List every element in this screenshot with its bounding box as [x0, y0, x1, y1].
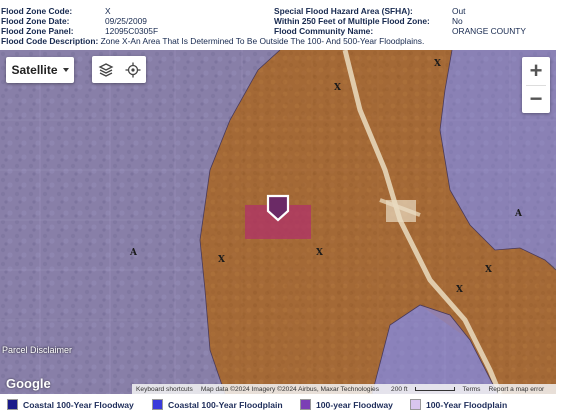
layers-icon: [98, 62, 113, 77]
zoom-in-button[interactable]: +: [522, 57, 550, 85]
layers-button[interactable]: [92, 56, 119, 83]
legend-swatch: [152, 399, 163, 410]
zone-label: X: [316, 248, 323, 258]
zone-label: A: [515, 209, 522, 219]
flood-zone-date-label: Flood Zone Date:: [1, 16, 70, 26]
community-value: ORANGE COUNTY: [452, 26, 526, 36]
zone-label: X: [456, 285, 463, 295]
community-label: Flood Community Name:: [274, 26, 374, 36]
legend-item: 100-year Floodway: [300, 399, 393, 410]
scale-label: 200 ft: [391, 385, 408, 393]
crosshair-icon: [125, 62, 140, 77]
zone-label: X: [334, 83, 341, 93]
terms-link[interactable]: Terms: [459, 386, 485, 393]
scale-bar: [414, 387, 455, 391]
legend-swatch: [410, 399, 421, 410]
map-tools: [92, 56, 146, 83]
within-250-value: No: [452, 16, 463, 26]
zoom-divider: [526, 85, 546, 86]
legend-label: 100-year Floodway: [316, 399, 393, 410]
legend-item: Coastal 100-Year Floodplain: [152, 399, 283, 410]
zoom-out-button[interactable]: −: [522, 85, 550, 113]
legend-item: Coastal 100-Year Floodway: [7, 399, 134, 410]
flood-code-description-value: Zone X-An Area That Is Determined To Be …: [100, 36, 425, 46]
map-type-button[interactable]: Satellite: [6, 57, 74, 83]
zone-label: X: [485, 265, 492, 275]
zone-label: A: [130, 248, 137, 258]
report-error-link[interactable]: Report a map error: [484, 386, 548, 393]
sfha-value: Out: [452, 6, 466, 16]
map-attribution-bar: Keyboard shortcuts Map data ©2024 Imager…: [132, 384, 556, 394]
legend-label: 100-Year Floodplain: [426, 399, 508, 410]
flood-info-panel: Flood Zone Code: X Flood Zone Date: 09/2…: [0, 0, 580, 50]
google-logo: Google: [6, 376, 51, 391]
zoom-control: + −: [522, 57, 550, 113]
legend-swatch: [7, 399, 18, 410]
map-type-label: Satellite: [11, 63, 58, 77]
flood-zone-date-value: 09/25/2009: [105, 16, 147, 26]
within-250-label: Within 250 Feet of Multiple Flood Zone:: [274, 16, 430, 26]
sfha-label: Special Flood Hazard Area (SFHA):: [274, 6, 413, 16]
flood-zone-code-label: Flood Zone Code:: [1, 6, 73, 16]
zone-label: X: [434, 59, 441, 69]
flood-zone-code-value: X: [105, 6, 111, 16]
satellite-imagery: [0, 50, 556, 394]
map-data-text: Map data ©2024 Imagery ©2024 Airbus, Max…: [200, 385, 380, 393]
legend-item: 100-Year Floodplain: [410, 399, 507, 410]
zone-label: X: [218, 255, 225, 265]
my-location-button[interactable]: [119, 56, 146, 83]
legend-label: Coastal 100-Year Floodway: [23, 399, 134, 410]
flood-zone-panel-label: Flood Zone Panel:: [1, 26, 74, 36]
flood-zone-panel-value: 12095C0305F: [105, 26, 159, 36]
flood-code-description-label: Flood Code Description:: [1, 36, 99, 46]
legend-label: Coastal 100-Year Floodplain: [168, 399, 283, 410]
chevron-down-icon: [62, 68, 69, 72]
flood-zone-code-row: Flood Zone Code:: [1, 6, 72, 16]
parcel-disclaimer-link[interactable]: Parcel Disclaimer: [2, 345, 72, 355]
legend-swatch: [300, 399, 311, 410]
scale-indicator[interactable]: 200 ft: [383, 386, 459, 393]
flood-map[interactable]: X X X X X X A A Satellite + − Parcel Dis…: [0, 50, 556, 394]
flood-legend: Coastal 100-Year Floodway Coastal 100-Ye…: [0, 396, 580, 414]
keyboard-shortcuts-link[interactable]: Keyboard shortcuts: [132, 386, 197, 393]
